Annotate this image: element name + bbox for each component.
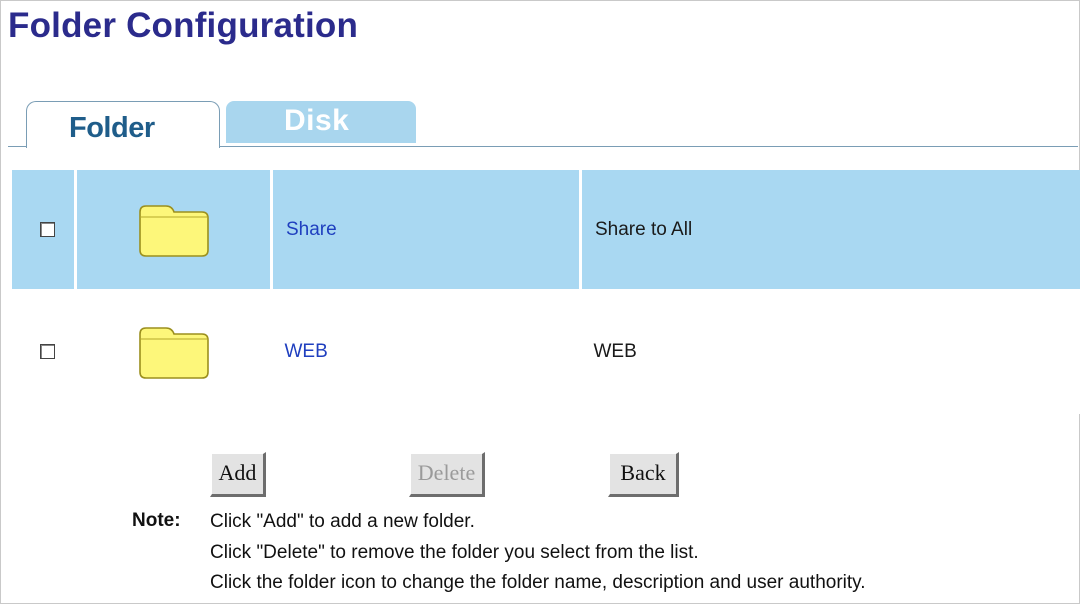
folder-name-link[interactable]: Share xyxy=(286,219,337,240)
folder-icon-cell xyxy=(75,170,273,289)
table-row: WEB WEB xyxy=(12,289,1080,414)
page-title: Folder Configuration xyxy=(8,6,359,45)
row-checkbox[interactable] xyxy=(40,343,56,359)
folder-name-cell: Share xyxy=(271,170,582,289)
row-select-cell xyxy=(12,289,76,414)
tab-disk[interactable]: Disk xyxy=(226,101,416,143)
folder-description: WEB xyxy=(580,289,1080,414)
note-line: Click "Add" to add a new folder. xyxy=(210,511,475,532)
folder-icon[interactable] xyxy=(136,200,212,260)
add-button[interactable]: Add xyxy=(210,452,266,497)
delete-button[interactable]: Delete xyxy=(409,452,485,497)
tab-disk-label: Disk xyxy=(284,104,350,137)
folder-icon[interactable] xyxy=(136,322,212,382)
folder-name-link[interactable]: WEB xyxy=(285,341,328,362)
table-row: Share Share to All xyxy=(12,170,1080,289)
row-select-cell xyxy=(12,170,77,289)
folder-table: Share Share to All WEB WEB xyxy=(12,170,1080,414)
folder-name-cell: WEB xyxy=(271,289,581,414)
note-line: Click "Delete" to remove the folder you … xyxy=(210,542,699,563)
row-checkbox[interactable] xyxy=(39,221,55,237)
back-button[interactable]: Back xyxy=(608,452,679,497)
note-label: Note: xyxy=(132,510,181,531)
folder-description: Share to All xyxy=(580,170,1080,289)
folder-icon-cell xyxy=(75,289,272,414)
tab-folder-label: Folder xyxy=(69,112,155,144)
tab-folder[interactable]: Folder xyxy=(26,101,220,148)
note-line: Click the folder icon to change the fold… xyxy=(210,572,866,593)
